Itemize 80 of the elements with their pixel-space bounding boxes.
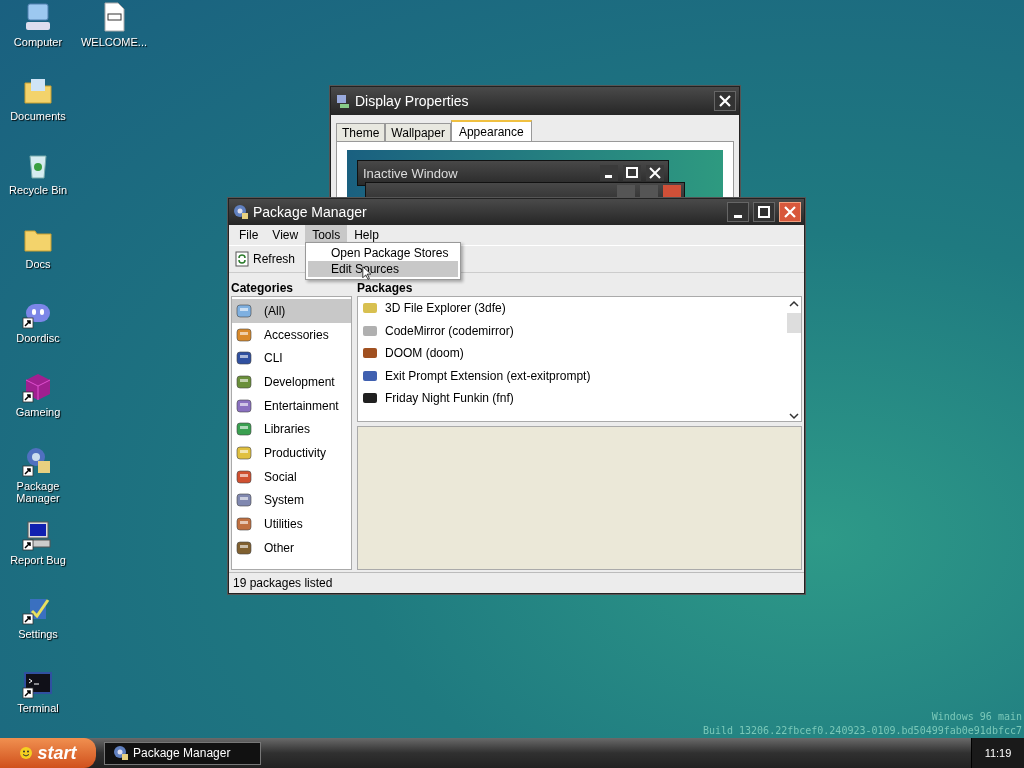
package-item[interactable]: DOOM (doom)	[358, 342, 786, 365]
desktop-icon-label[interactable]: Terminal	[3, 702, 73, 714]
desktop-icon-label[interactable]: Settings	[3, 628, 73, 640]
desktop-icon-label[interactable]: Gameing	[3, 406, 73, 418]
scroll-down-icon[interactable]	[786, 411, 801, 421]
desktop-icon-label[interactable]: Computer	[3, 36, 73, 48]
pane-heading: Categories	[231, 280, 295, 296]
category-icon	[236, 350, 252, 367]
package-item[interactable]: 3D File Explorer (3dfe)	[358, 297, 786, 320]
menu-item[interactable]: View	[265, 225, 306, 245]
category-item[interactable]: Entertainment	[232, 393, 351, 418]
category-icon	[236, 516, 252, 533]
category-item[interactable]: CLI	[232, 346, 351, 371]
gear-icon	[113, 745, 129, 761]
category-item[interactable]: Libraries	[232, 417, 351, 442]
shortcut-arrow-icon	[22, 391, 34, 403]
package-item[interactable]: Friday Night Funkin (fnf)	[358, 387, 786, 410]
monitor-icon	[335, 93, 351, 109]
monitor-icon[interactable]	[22, 519, 54, 551]
clock: 11:19	[984, 747, 1012, 759]
shortcut-arrow-icon	[22, 317, 34, 329]
smiley-icon	[19, 746, 34, 760]
menu-item[interactable]: Help	[347, 225, 386, 245]
build-info-text: Build 13206.22fbcef0.240923-0109.bd50499fab0e91dbfcc7	[702, 724, 1022, 738]
category-item[interactable]: Accessories	[232, 322, 351, 347]
desktop-icon-label[interactable]: Documents	[3, 110, 73, 122]
category-item[interactable]: System	[232, 488, 351, 513]
category-item[interactable]: (All)	[232, 299, 351, 323]
refresh-button[interactable]: Refresh	[232, 249, 298, 269]
maximize-button[interactable]	[753, 202, 775, 222]
taskbar-button[interactable]: Package Manager	[104, 741, 261, 765]
window-title: Display Properties	[355, 93, 470, 109]
desktop-icon-label[interactable]: Recycle Bin	[3, 184, 73, 196]
category-item[interactable]: Development	[232, 370, 351, 394]
shortcut-arrow-icon	[22, 539, 34, 551]
desktop-icon-label[interactable]: Package Manager	[3, 480, 73, 504]
refresh-icon	[234, 251, 250, 267]
gear-icon	[233, 204, 249, 220]
menu-item[interactable]: File	[232, 225, 266, 245]
category-icon	[236, 326, 252, 343]
tab[interactable]: Wallpaper	[385, 123, 451, 141]
shortcut-arrow-icon	[22, 465, 34, 477]
shortcut-arrow-icon	[22, 687, 34, 699]
category-icon	[236, 468, 252, 485]
package-item[interactable]: Exit Prompt Extension (ext-exitprompt)	[358, 364, 786, 387]
close-icon	[719, 95, 731, 107]
shortcut-arrow-icon	[22, 613, 34, 625]
build-info-text: Windows 96 main	[931, 710, 1022, 724]
window-title: Package Manager	[253, 204, 368, 220]
desktop-icon-label[interactable]: Report Bug	[3, 554, 73, 566]
scrollbar-thumb[interactable]	[786, 313, 801, 333]
desktop-icon-label[interactable]: Doordisc	[3, 332, 73, 344]
menu-item[interactable]: Tools	[305, 225, 348, 245]
close-button[interactable]	[714, 91, 736, 111]
maximize-icon	[758, 206, 770, 218]
category-item[interactable]: Other	[232, 535, 351, 560]
menu-item[interactable]: Open Package Stores	[308, 245, 458, 261]
status-text: 19 packages listed	[233, 576, 333, 590]
tab[interactable]: Appearance	[450, 120, 532, 141]
close-icon	[784, 206, 796, 218]
package-item[interactable]: CodeMirror (codemirror)	[358, 319, 786, 342]
preview-window-title: Inactive Window	[362, 165, 459, 181]
minimize-button[interactable]	[727, 202, 749, 222]
tab[interactable]: Theme	[336, 123, 386, 141]
category-item[interactable]: Utilities	[232, 512, 351, 536]
pane-heading: Packages	[357, 280, 414, 296]
category-icon	[236, 302, 252, 319]
window-buttons-icon	[617, 185, 681, 197]
window-buttons-icon	[599, 164, 665, 182]
category-icon	[236, 444, 252, 461]
desktop-icon-label[interactable]: WELCOME...	[79, 36, 149, 48]
category-item[interactable]: Social	[232, 464, 351, 489]
category-item[interactable]: Productivity	[232, 441, 351, 465]
category-icon	[236, 397, 252, 414]
minimize-icon	[734, 214, 742, 218]
category-icon	[236, 492, 252, 509]
category-icon	[236, 373, 252, 390]
category-icon	[236, 421, 252, 438]
category-icon	[236, 539, 252, 556]
desktop-icon-label[interactable]: Docs	[3, 258, 73, 270]
